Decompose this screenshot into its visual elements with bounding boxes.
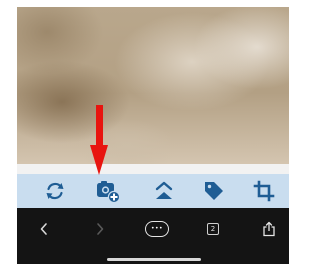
browser-bottom-bar: ••• 2 xyxy=(17,208,289,264)
more-icon: ••• xyxy=(145,221,169,237)
enhance-button[interactable] xyxy=(149,174,179,208)
chevron-right-icon xyxy=(97,223,104,235)
edit-toolbar xyxy=(17,174,289,208)
tabs-icon: 2 xyxy=(207,223,219,235)
camera-add-icon xyxy=(97,181,121,204)
rotate-button[interactable] xyxy=(40,174,70,208)
photo-preview xyxy=(17,7,289,164)
tabs-count: 2 xyxy=(210,224,216,233)
crop-icon xyxy=(253,180,275,202)
rotate-icon xyxy=(46,182,64,200)
crop-button[interactable] xyxy=(249,174,279,208)
divider xyxy=(17,164,289,174)
forward-button[interactable] xyxy=(93,218,107,240)
share-button[interactable] xyxy=(261,218,277,240)
back-button[interactable] xyxy=(37,218,51,240)
chevron-left-icon xyxy=(40,223,47,235)
tabs-button[interactable]: 2 xyxy=(205,218,221,240)
share-icon xyxy=(263,221,275,237)
red-arrow-down xyxy=(90,145,108,175)
chevron-up-icon xyxy=(155,181,173,199)
tag-icon xyxy=(205,182,223,200)
home-indicator xyxy=(107,258,201,261)
menu-button[interactable]: ••• xyxy=(145,218,169,240)
red-arrow-shaft xyxy=(96,105,103,147)
tag-button[interactable] xyxy=(199,174,229,208)
add-photo-button[interactable] xyxy=(93,174,123,208)
menu-label: ••• xyxy=(150,225,164,232)
